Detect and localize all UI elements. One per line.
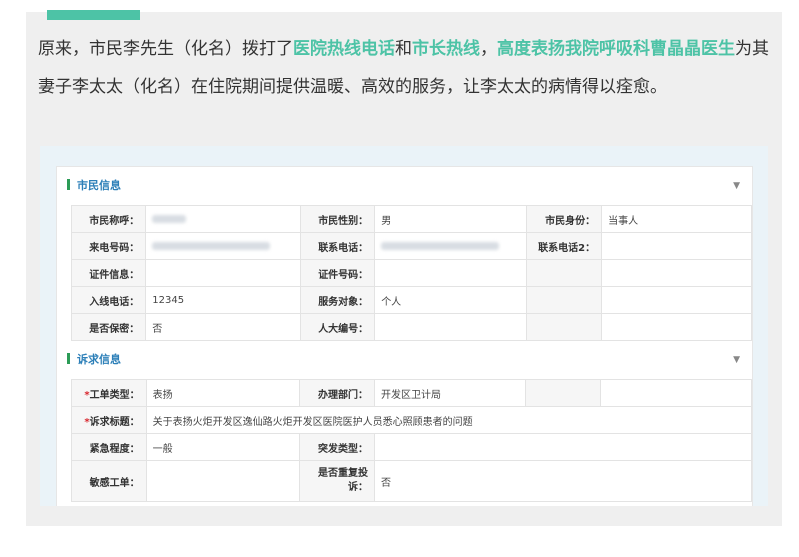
empty-cell [601, 313, 752, 341]
field-label: 证件信息： [70, 259, 147, 287]
section-header-citizen[interactable]: 市民信息 ▼ [67, 175, 752, 197]
table-row: 来电号码： 联系电话： 联系电话2： [70, 232, 752, 260]
empty-cell [524, 379, 602, 407]
highlight-text: 市长热线 [412, 39, 480, 59]
section-title: 诉求信息 [77, 353, 121, 366]
empty-cell [601, 259, 752, 287]
field-label: 市民身份： [525, 205, 603, 233]
request-title-value: 关于表扬火炬开发区逸仙路火炬开发区医院医护人员悉心照顾患者的问题 [145, 406, 752, 434]
field-label: 是否重复投诉： [299, 460, 375, 502]
caller-field [145, 232, 301, 260]
empty-cell [601, 286, 752, 314]
field-label: 办理部门： [299, 379, 375, 407]
highlight-text: 医院热线电话 [293, 39, 395, 59]
empty-cell [525, 286, 603, 314]
paragraph-text: 原来，市民李先生（化名）拨打了 [38, 39, 293, 59]
article-paragraph: 原来，市民李先生（化名）拨打了医院热线电话和市长热线，高度表扬我院呼吸科曹晶晶医… [38, 30, 773, 106]
field-label: 联系电话2： [525, 232, 603, 260]
urgency-value: 一般 [145, 433, 301, 461]
field-label: 人大编号： [299, 313, 376, 341]
target-value: 个人 [374, 286, 527, 314]
cert-field [145, 259, 301, 287]
field-label: 服务对象： [299, 286, 376, 314]
sudden-field [374, 433, 752, 461]
chevron-down-icon[interactable]: ▼ [733, 175, 740, 197]
type-value: 表扬 [145, 379, 301, 407]
line-value: 12345 [145, 286, 301, 314]
table-row: 敏感工单： 是否重复投诉： 否 [71, 460, 752, 502]
empty-cell [600, 379, 752, 407]
empty-cell [525, 259, 603, 287]
table-row: 是否保密： 否 人大编号： [70, 313, 752, 341]
screenshot-area: 市民信息 ▼ 市民称呼： 市民性别： 男 市民身份： 当事人 来电号码： 联系电… [40, 146, 768, 506]
request-info-table: *工单类型： 表扬 办理部门： 开发区卫计局 *诉求标题： 关于表扬火炬开发区逸… [71, 379, 752, 502]
field-label: *诉求标题： [71, 406, 147, 434]
sensitive-field [145, 460, 301, 502]
table-row: 证件信息： 证件号码： [70, 259, 752, 287]
paragraph-text: 和 [395, 39, 412, 59]
citizen-info-table: 市民称呼： 市民性别： 男 市民身份： 当事人 来电号码： 联系电话： 联系电话… [70, 205, 752, 341]
paragraph-text: ， [480, 39, 497, 59]
section-title: 市民信息 [77, 179, 121, 192]
table-row: *工单类型： 表扬 办理部门： 开发区卫计局 [71, 379, 752, 407]
field-label: *工单类型： [71, 379, 147, 407]
section-marker [67, 353, 70, 364]
field-label: 敏感工单： [71, 460, 147, 502]
accent-bar [47, 10, 140, 20]
table-row: 入线电话： 12345 服务对象： 个人 [70, 286, 752, 314]
dept-value: 开发区卫计局 [374, 379, 526, 407]
field-label: 突发类型： [299, 433, 375, 461]
name-field [145, 205, 301, 233]
redacted-value [381, 241, 500, 250]
field-label: 证件号码： [299, 259, 376, 287]
field-label: 入线电话： [70, 286, 147, 314]
gender-value: 男 [374, 205, 527, 233]
redacted-value [152, 241, 271, 250]
table-row: 市民称呼： 市民性别： 男 市民身份： 当事人 [70, 205, 752, 233]
field-label: 市民称呼： [70, 205, 147, 233]
section-header-request[interactable]: 诉求信息 ▼ [67, 349, 752, 371]
cert-no-field [374, 259, 527, 287]
field-label: 是否保密： [70, 313, 147, 341]
empty-cell [525, 313, 603, 341]
table-row: 紧急程度： 一般 突发类型： [71, 433, 752, 461]
ticket-panel: 市民信息 ▼ 市民称呼： 市民性别： 男 市民身份： 当事人 来电号码： 联系电… [56, 166, 753, 506]
table-row: *诉求标题： 关于表扬火炬开发区逸仙路火炬开发区医院医护人员悉心照顾患者的问题 [71, 406, 752, 434]
chevron-down-icon[interactable]: ▼ [733, 349, 740, 371]
secret-value: 否 [145, 313, 301, 341]
repeat-value: 否 [374, 460, 752, 502]
contact-field [374, 232, 527, 260]
section-marker [67, 179, 70, 190]
highlight-text: 高度表扬我院呼吸科曹晶晶医生 [497, 39, 735, 59]
field-label: 市民性别： [299, 205, 376, 233]
redacted-value [152, 214, 187, 223]
npc-field [374, 313, 527, 341]
identity-value: 当事人 [601, 205, 752, 233]
contact2-field [601, 232, 752, 260]
field-label: 紧急程度： [71, 433, 147, 461]
field-label: 联系电话： [299, 232, 376, 260]
field-label: 来电号码： [70, 232, 147, 260]
